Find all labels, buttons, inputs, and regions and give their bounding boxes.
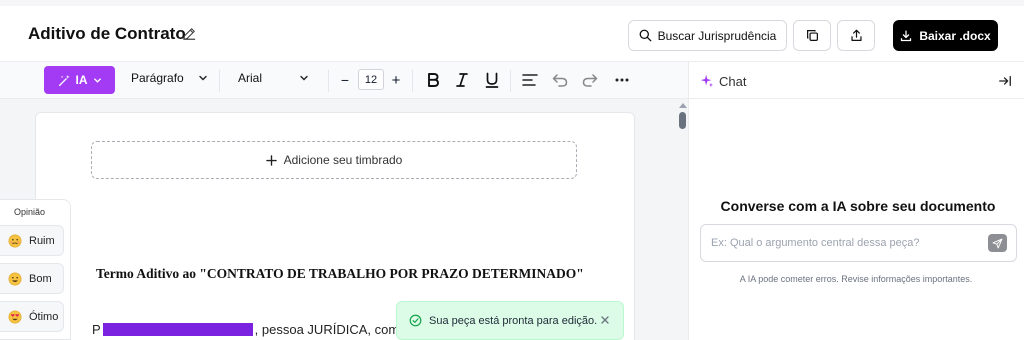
document-title: Aditivo de Contrato (28, 24, 186, 43)
plus-icon (265, 154, 277, 166)
chevron-down-icon[interactable] (198, 73, 208, 83)
chat-empty-heading: Converse com a IA sobre seu documento (720, 198, 996, 214)
more-options-icon[interactable] (612, 70, 632, 90)
paragraph-style-select[interactable]: Parágrafo (131, 71, 184, 85)
pencil-icon[interactable] (182, 27, 196, 41)
ia-menu-button[interactable]: IA (44, 66, 115, 94)
check-circle-icon (409, 314, 422, 327)
search-button-label: Buscar Jurisprudência (657, 28, 777, 43)
chat-disclaimer: A IA pode cometer erros. Revise informaç… (739, 274, 973, 284)
send-message-button[interactable] (988, 234, 1007, 252)
chat-title: Chat (719, 74, 747, 89)
smile-face-icon (8, 272, 22, 285)
feedback-title: Opinião (14, 207, 46, 217)
italic-icon[interactable] (452, 70, 472, 90)
feedback-great-button[interactable]: Ótimo (0, 301, 64, 332)
close-icon[interactable] (599, 314, 611, 326)
paragraph-style-value: Parágrafo (131, 71, 184, 85)
ia-button-label: IA (75, 73, 88, 87)
formatting-toolbar: IA Parágrafo Arial − 12 + (0, 62, 688, 99)
add-letterhead-button[interactable]: Adicione seu timbrado (91, 141, 577, 179)
feedback-good-label: Bom (29, 272, 52, 285)
feedback-bad-button[interactable]: Ruim (0, 225, 64, 256)
chat-message-input[interactable] (700, 224, 1017, 262)
share-button[interactable] (837, 20, 875, 51)
download-docx-button[interactable]: Baixar .docx (893, 20, 998, 51)
feedback-bad-label: Ruim (29, 234, 55, 247)
magic-wand-icon (58, 74, 70, 86)
share-icon (850, 29, 862, 41)
sparkle-icon (700, 74, 714, 88)
font-family-select[interactable]: Arial (238, 71, 262, 85)
scrollbar-thumb[interactable] (679, 112, 686, 129)
download-button-label: Baixar .docx (919, 28, 991, 43)
download-icon (901, 29, 912, 41)
underline-icon[interactable] (482, 70, 502, 90)
success-toast: Sua peça está pronta para edição. (396, 301, 624, 340)
search-jurisprudence-button[interactable]: Buscar Jurisprudência (628, 20, 787, 51)
toolbar-divider (412, 70, 413, 92)
bold-icon[interactable] (423, 70, 443, 90)
sad-face-icon (8, 234, 22, 247)
font-size-input[interactable]: 12 (358, 69, 384, 90)
scroll-up-arrow[interactable] (679, 103, 687, 108)
copy-button[interactable] (793, 20, 831, 51)
font-family-value: Arial (238, 71, 263, 85)
toast-message: Sua peça está pronta para edição. (429, 314, 598, 327)
paragraph-rest: , pessoa JURÍDICA, com (254, 322, 400, 337)
letterhead-label: Adicione seu timbrado (283, 153, 403, 167)
align-left-icon[interactable] (520, 70, 540, 90)
redo-icon[interactable] (580, 70, 600, 90)
toolbar-divider (328, 70, 329, 92)
send-icon (992, 238, 1003, 248)
search-icon (639, 29, 652, 42)
feedback-great-label: Ótimo (29, 310, 59, 323)
chevron-down-icon[interactable] (299, 73, 309, 83)
document-heading[interactable]: Termo Aditivo ao "CONTRATO DE TRABALHO P… (96, 266, 584, 282)
copy-icon (806, 30, 818, 41)
toolbar-divider (219, 70, 220, 92)
collapse-panel-icon[interactable] (998, 74, 1012, 88)
decrease-font-size-button[interactable]: − (335, 70, 355, 90)
document-paragraph[interactable]: P , pessoa JURÍDICA, com (92, 322, 399, 337)
toolbar-divider (510, 70, 511, 92)
chevron-down-icon (93, 77, 101, 83)
undo-icon[interactable] (550, 70, 570, 90)
heart-eyes-icon (8, 310, 22, 323)
feedback-good-button[interactable]: Bom (0, 263, 64, 294)
top-strip (0, 0, 1024, 6)
redacted-text (102, 323, 253, 336)
increase-font-size-button[interactable]: + (386, 70, 406, 90)
paragraph-start: P (92, 322, 101, 337)
